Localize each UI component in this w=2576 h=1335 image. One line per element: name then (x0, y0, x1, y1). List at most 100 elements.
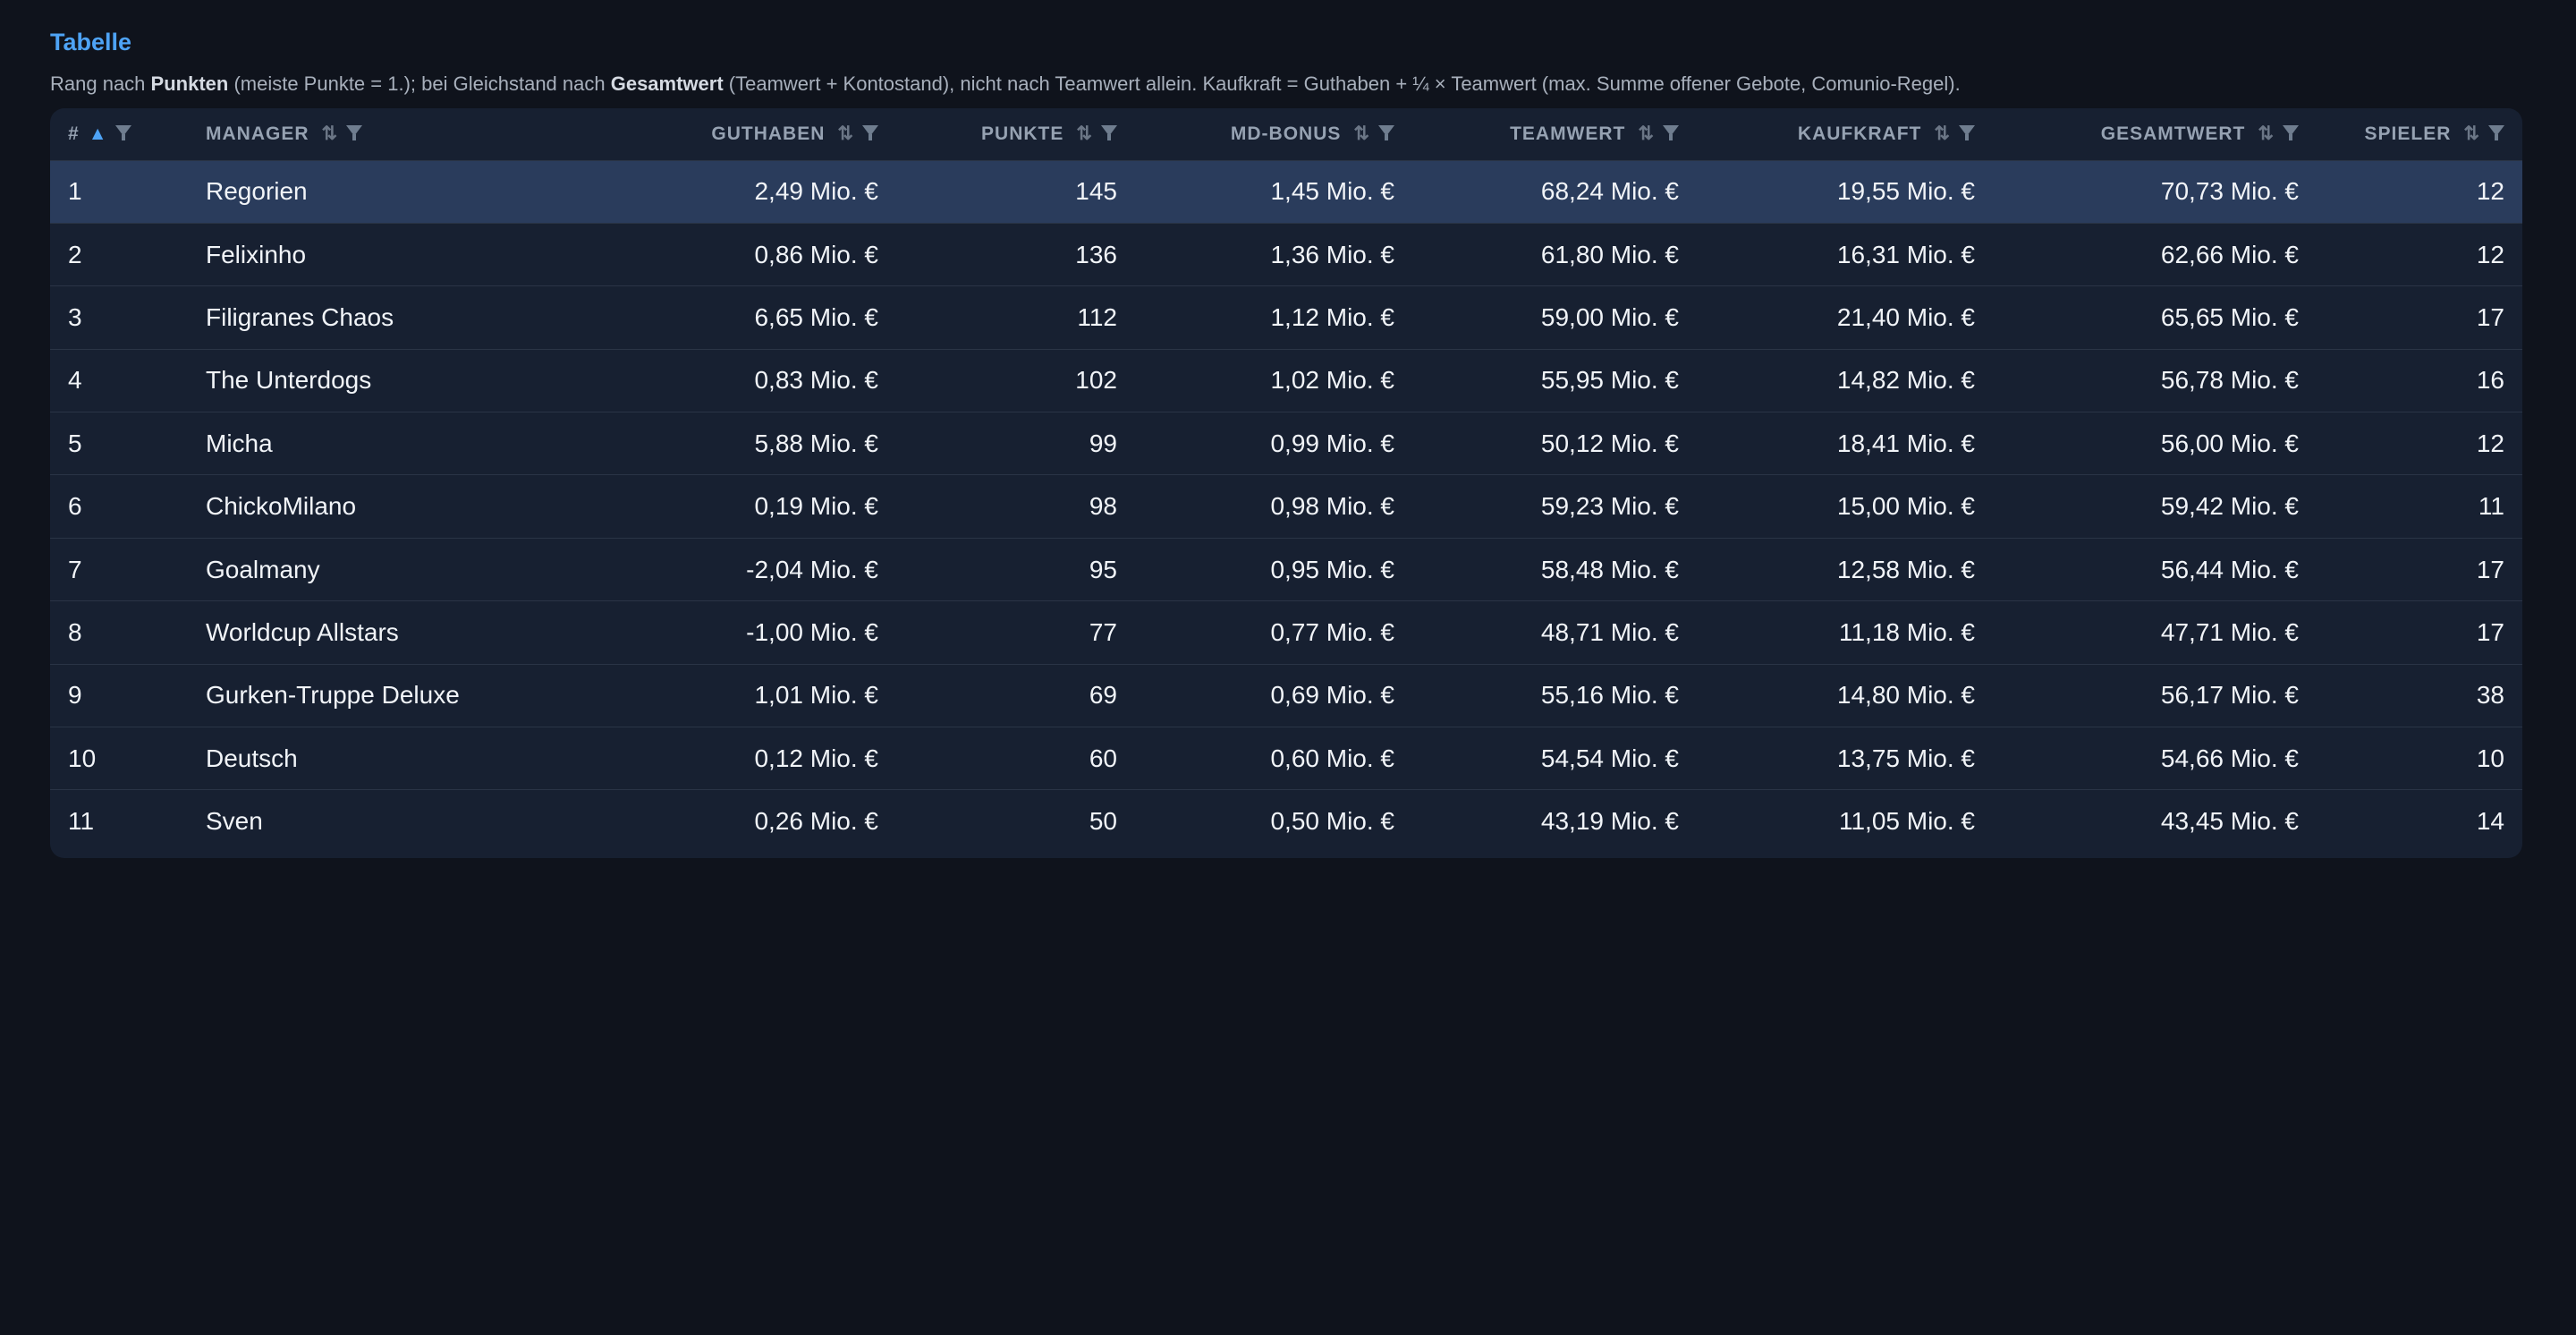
column-header-rank[interactable]: # ▲ (50, 108, 188, 160)
cell-punkte: 95 (1089, 555, 1117, 583)
cell-punkte: 98 (1089, 492, 1117, 521)
sort-ascending-icon[interactable]: ▲ (89, 123, 107, 145)
cell-teamwert: 61,80 Mio. € (1540, 240, 1679, 268)
table-row[interactable]: 9 Gurken-Truppe Deluxe 1,01 Mio. € 69 0,69 M… (50, 664, 2522, 727)
sort-icon[interactable]: ⇅ (322, 123, 338, 145)
cell-guthaben: 0,26 Mio. € (754, 807, 878, 836)
cell-teamwert: 55,16 Mio. € (1540, 681, 1679, 710)
cell-rank: 1 (68, 177, 82, 206)
cell-gesamtwert: 65,65 Mio. € (2160, 302, 2299, 331)
cell-rank: 6 (68, 492, 82, 521)
cell-gesamtwert: 56,44 Mio. € (2160, 555, 2299, 583)
column-label-kaufkraft: Kaufkraft (1797, 123, 1922, 145)
filter-icon[interactable] (1959, 125, 1975, 141)
standings-section: Tabelle Rang nach Punkten (meiste Punkte… (50, 27, 2526, 858)
cell-manager: Goalmany (206, 555, 320, 583)
cell-punkte: 112 (1077, 302, 1117, 331)
cell-guthaben: 0,12 Mio. € (754, 744, 878, 772)
table-header-row: # ▲ Manager ⇅ Guthaben ⇅ Punkte ⇅ MD-Bonus ⇅ Teamw… (50, 108, 2522, 160)
table-row[interactable]: 10 Deutsch 0,12 Mio. € 60 0,60 Mio. € 54,54 M… (50, 727, 2522, 790)
filter-icon[interactable] (1101, 125, 1117, 141)
cell-gesamtwert: 43,45 Mio. € (2160, 807, 2299, 836)
cell-kaufkraft: 21,40 Mio. € (1836, 302, 1975, 331)
cell-manager: Micha (206, 429, 273, 457)
desc-text-3: (Teamwert + Kontostand), nicht nach Team… (723, 72, 1961, 95)
filter-icon[interactable] (862, 125, 878, 141)
cell-rank: 9 (68, 681, 82, 710)
cell-punkte: 136 (1075, 240, 1117, 268)
sort-icon[interactable]: ⇅ (1934, 123, 1950, 145)
cell-rank: 4 (68, 366, 82, 395)
column-label-teamwert: Teamwert (1510, 123, 1626, 145)
cell-manager: Filigranes Chaos (206, 302, 394, 331)
table-row[interactable]: 11 Sven 0,26 Mio. € 50 0,50 Mio. € 43,19 Mio.… (50, 789, 2522, 853)
column-label-manager: Manager (206, 123, 309, 145)
sort-icon[interactable]: ⇅ (2258, 123, 2274, 145)
cell-rank: 5 (68, 429, 82, 457)
cell-punkte: 60 (1089, 744, 1117, 772)
cell-manager: Regorien (206, 177, 308, 206)
column-label-guthaben: Guthaben (711, 123, 826, 145)
desc-bold-total: Gesamtwert (610, 72, 724, 95)
cell-spieler: 17 (2476, 555, 2504, 583)
cell-manager: Deutsch (206, 744, 298, 772)
cell-kaufkraft: 12,58 Mio. € (1836, 555, 1975, 583)
sort-icon[interactable]: ⇅ (2463, 123, 2479, 145)
table-row[interactable]: 5 Micha 5,88 Mio. € 99 0,99 Mio. € 50,12 Mio.… (50, 412, 2522, 475)
cell-kaufkraft: 16,31 Mio. € (1836, 240, 1975, 268)
filter-icon[interactable] (346, 125, 363, 141)
table-row[interactable]: 7 Goalmany -2,04 Mio. € 95 0,95 Mio. € 58,48 … (50, 538, 2522, 600)
cell-gesamtwert: 70,73 Mio. € (2160, 177, 2299, 206)
filter-icon[interactable] (1663, 125, 1679, 141)
cell-guthaben: 0,19 Mio. € (754, 492, 878, 521)
column-header-gesamtwert[interactable]: Gesamtwert ⇅ (1993, 108, 2317, 160)
column-header-guthaben[interactable]: Guthaben ⇅ (555, 108, 896, 160)
column-header-manager[interactable]: Manager ⇅ (188, 108, 555, 160)
column-header-kaufkraft[interactable]: Kaufkraft ⇅ (1697, 108, 1993, 160)
cell-guthaben: -1,00 Mio. € (746, 617, 878, 646)
cell-md-bonus: 1,36 Mio. € (1270, 240, 1394, 268)
cell-rank: 10 (68, 744, 97, 772)
filter-icon[interactable] (1378, 125, 1394, 141)
section-title: Tabelle (50, 29, 132, 55)
cell-gesamtwert: 62,66 Mio. € (2160, 240, 2299, 268)
cell-md-bonus: 0,69 Mio. € (1270, 681, 1394, 710)
cell-kaufkraft: 15,00 Mio. € (1836, 492, 1975, 521)
filter-icon[interactable] (2283, 125, 2299, 141)
cell-gesamtwert: 56,17 Mio. € (2160, 681, 2299, 710)
desc-bold-points: Punkten (150, 72, 229, 95)
table-row[interactable]: 1 Regorien 2,49 Mio. € 145 1,45 Mio. € 68,24 … (50, 160, 2522, 224)
cell-punkte: 50 (1089, 807, 1117, 836)
sort-icon[interactable]: ⇅ (1353, 123, 1369, 145)
cell-kaufkraft: 19,55 Mio. € (1836, 177, 1975, 206)
sort-icon[interactable]: ⇅ (1076, 123, 1092, 145)
sort-icon[interactable]: ⇅ (837, 123, 853, 145)
cell-gesamtwert: 56,00 Mio. € (2160, 429, 2299, 457)
table-row[interactable]: 8 Worldcup Allstars -1,00 Mio. € 77 0,77 Mio… (50, 600, 2522, 664)
column-header-punkte[interactable]: Punkte ⇅ (896, 108, 1135, 160)
table-row[interactable]: 3 Filigranes Chaos 6,65 Mio. € 112 1,12 Mio.… (50, 285, 2522, 349)
cell-md-bonus: 0,77 Mio. € (1270, 617, 1394, 646)
cell-rank: 8 (68, 617, 82, 646)
column-header-spieler[interactable]: Spieler ⇅ (2317, 108, 2522, 160)
cell-md-bonus: 1,45 Mio. € (1270, 177, 1394, 206)
cell-kaufkraft: 14,80 Mio. € (1836, 681, 1975, 710)
column-header-md-bonus[interactable]: MD-Bonus ⇅ (1135, 108, 1412, 160)
column-header-teamwert[interactable]: Teamwert ⇅ (1412, 108, 1697, 160)
table-row[interactable]: 4 The Unterdogs 0,83 Mio. € 102 1,02 Mio. € 5… (50, 349, 2522, 412)
filter-icon[interactable] (2488, 125, 2504, 141)
desc-text-1: Rang nach (50, 72, 151, 95)
table-row[interactable]: 6 ChickoMilano 0,19 Mio. € 98 0,98 Mio. € 59,… (50, 474, 2522, 538)
sort-icon[interactable]: ⇅ (1638, 123, 1654, 145)
cell-rank: 7 (68, 555, 82, 583)
cell-md-bonus: 0,99 Mio. € (1270, 429, 1394, 457)
cell-md-bonus: 0,98 Mio. € (1270, 492, 1394, 521)
cell-punkte: 102 (1075, 366, 1117, 395)
table-row[interactable]: 2 Felixinho 0,86 Mio. € 136 1,36 Mio. € 61,80… (50, 223, 2522, 285)
cell-guthaben: 2,49 Mio. € (754, 177, 878, 206)
cell-rank: 11 (68, 807, 95, 836)
cell-gesamtwert: 59,42 Mio. € (2160, 492, 2299, 521)
cell-guthaben: 0,83 Mio. € (754, 366, 878, 395)
cell-guthaben: -2,04 Mio. € (746, 555, 878, 583)
filter-icon[interactable] (115, 124, 132, 140)
